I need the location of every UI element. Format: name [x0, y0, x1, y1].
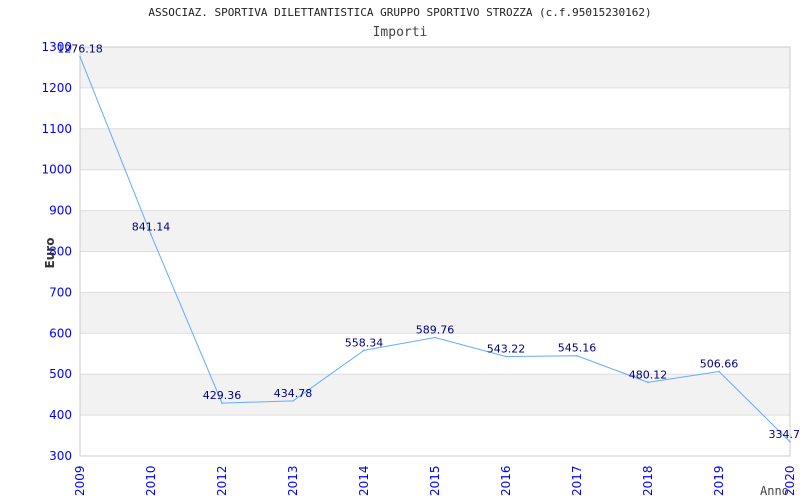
data-point [789, 441, 791, 443]
x-tick-label: 2015 [428, 465, 442, 496]
x-axis-title: Anno [760, 484, 789, 498]
grid-band [80, 87, 790, 129]
data-point [576, 354, 578, 357]
data-point [79, 55, 81, 58]
x-tick-label: 2009 [73, 465, 87, 496]
data-point [150, 233, 152, 236]
grid-band [80, 210, 790, 252]
grid-band [80, 169, 790, 211]
grid-band [80, 128, 790, 170]
x-tick-label: 2016 [499, 465, 513, 496]
y-tick-label: 900 [49, 204, 72, 218]
data-label: 506.66 [700, 357, 739, 370]
grid-band [80, 333, 790, 375]
y-tick-label: 500 [49, 367, 72, 381]
y-tick-label: 600 [49, 326, 72, 340]
x-tick-label: 2017 [570, 465, 584, 496]
x-tick-label: 2018 [641, 465, 655, 496]
x-tick-label: 2010 [144, 465, 158, 496]
data-point [647, 381, 649, 384]
data-label: 558.34 [345, 336, 384, 349]
data-point [221, 402, 223, 404]
data-label: 434.78 [274, 387, 313, 400]
data-label: 334.7 [769, 428, 800, 441]
data-label: 1276.18 [57, 43, 103, 56]
grid-band [80, 374, 790, 416]
x-tick-label: 2013 [286, 465, 300, 496]
y-tick-label: 1200 [41, 81, 72, 95]
data-label: 545.16 [558, 342, 597, 355]
data-point [292, 400, 294, 402]
data-label: 589.76 [416, 323, 455, 336]
grid-band [80, 251, 790, 293]
y-tick-label: 1000 [41, 163, 72, 177]
data-point [363, 349, 365, 352]
data-label: 429.36 [203, 389, 242, 402]
x-tick-label: 2019 [712, 465, 726, 496]
x-tick-label: 2012 [215, 465, 229, 496]
x-tick-label: 2014 [357, 465, 371, 496]
data-point [505, 355, 507, 358]
data-label: 841.14 [132, 221, 171, 234]
line-chart: 3004005006007008009001000110012001300200… [41, 40, 800, 498]
y-tick-label: 300 [49, 449, 72, 463]
data-point [718, 370, 720, 373]
data-label: 480.12 [629, 368, 668, 381]
y-tick-label: 700 [49, 285, 72, 299]
grid-band [80, 415, 790, 456]
grid-band [80, 47, 790, 88]
y-tick-label: 1100 [41, 122, 72, 136]
y-tick-label: 400 [49, 408, 72, 422]
data-point [434, 336, 436, 339]
data-label: 543.22 [487, 343, 526, 356]
y-axis-title: Euro [43, 238, 57, 269]
